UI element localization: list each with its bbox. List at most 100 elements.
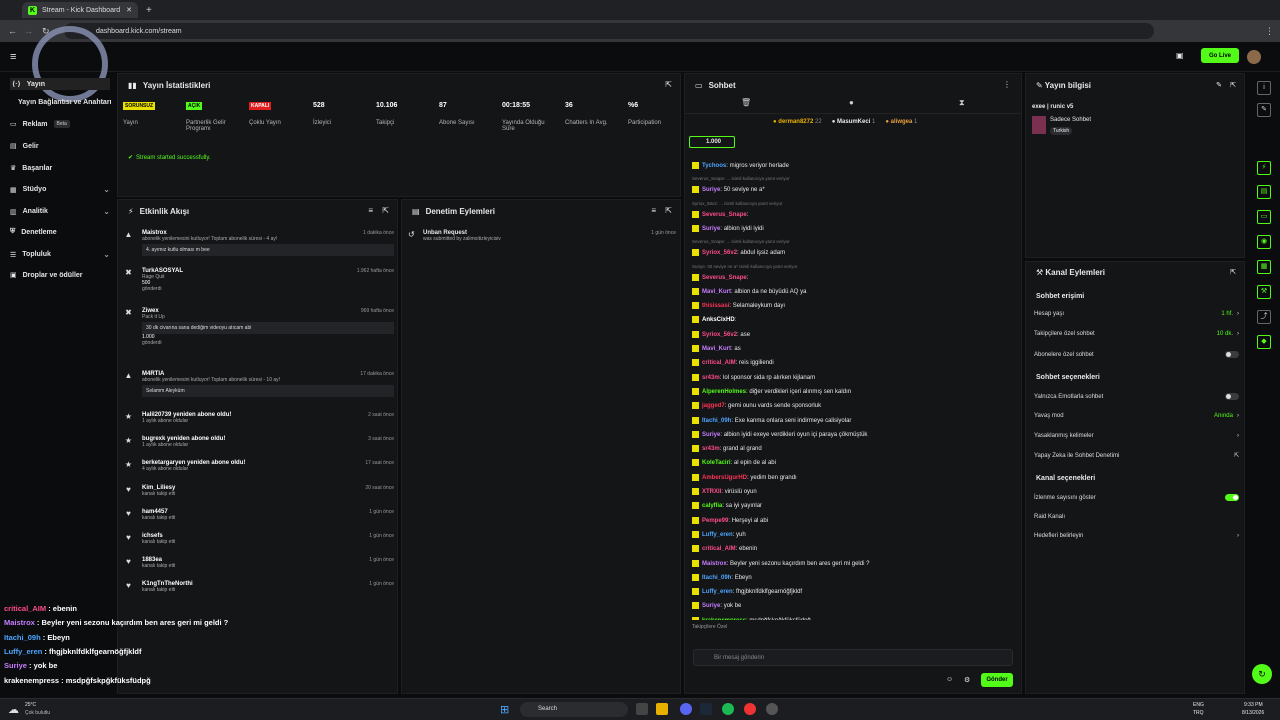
chat-message[interactable]: AmbersUgurHD: yedim ben grandı (692, 473, 797, 481)
chat-username[interactable]: Suriye (702, 432, 720, 438)
stream-rail-icon[interactable]: ◉ (1257, 235, 1271, 249)
stats-rail-icon[interactable]: ▦ (1257, 260, 1271, 274)
slow-mode-row[interactable]: Yavaş mod Anında › (1034, 413, 1239, 419)
url-field[interactable]: dashboard.kick.com/stream (64, 23, 1154, 39)
chat-message[interactable]: Maistrox: Beyler yeni sezonu kaçırdım be… (692, 559, 869, 567)
top-gifter-1[interactable]: ● derman8272 22 (773, 119, 822, 125)
chat-username[interactable]: Itachi_09h (702, 418, 731, 424)
sidebar-item-achievements[interactable]: ♛ Başarılar (10, 164, 110, 173)
chat-message[interactable]: Suriye: albion iyidi exeye verdikleri oy… (692, 430, 867, 438)
doc-rail-icon[interactable]: ▤ (1257, 185, 1271, 199)
chat-username[interactable]: krakenempress (702, 618, 746, 620)
activity-item[interactable]: ★ bugrexk yeniden abone oldu! 1 aylık abon… (124, 436, 394, 448)
forward-icon[interactable]: → (24, 26, 33, 36)
chat-username[interactable]: sr43m (702, 446, 720, 452)
chat-username[interactable]: Itachi_09h (702, 575, 731, 581)
activity-item[interactable]: ♥ ichsefs kanalı takip etti 1 gün önce (124, 533, 394, 545)
chrome-icon[interactable] (744, 703, 756, 715)
avatar[interactable] (1247, 50, 1261, 64)
activity-item[interactable]: ♥ Kim_Liliesy kanalı takip etti 20 saat önc… (124, 485, 394, 497)
edit-icon[interactable]: ✎ (1216, 81, 1222, 89)
chat-message[interactable]: sr43m: grand al grand (692, 445, 762, 452)
obs-icon[interactable] (766, 703, 778, 715)
chat-message[interactable]: Pempe99: Herşeyi al abi (692, 516, 768, 524)
chat-username[interactable]: AlperenHolmes (702, 389, 746, 395)
chat-username[interactable]: sr43m (702, 375, 720, 381)
chat-message[interactable]: Luffy_eren: yuh (692, 530, 746, 538)
chat-username[interactable]: Mavi_Kurt (702, 289, 731, 295)
activity-item[interactable]: ✖ Ziwex Pack it Up 30 dk civarına sana dedi… (124, 308, 394, 346)
chat-username[interactable]: critical_AIM (702, 546, 736, 552)
bubble-icon[interactable]: ● (849, 98, 854, 107)
banned-words-row[interactable]: Yasaklanmış kelimeler › (1034, 433, 1239, 439)
pencil-icon[interactable]: ✎ (1257, 103, 1271, 117)
popout-icon[interactable]: ⇱ (1230, 268, 1236, 276)
help-icon[interactable]: ↻ (1252, 664, 1272, 684)
chat-message[interactable]: Syriox_56v2: ase (692, 330, 750, 338)
activity-item[interactable]: ♥ 1883ea kanalı takip etti 1 gün önce (124, 557, 394, 569)
chat-message[interactable]: Suriye: yok be (692, 602, 741, 609)
taskbar-search[interactable]: Search (520, 702, 628, 717)
chat-message[interactable]: Suriye: albion iyidi iyidi (692, 224, 764, 232)
chat-message[interactable]: jagged7: gemi ounu vards sende sponsorlu… (692, 402, 821, 409)
filter-icon[interactable]: ≡ (368, 206, 373, 215)
chat-username[interactable]: thisissasi (702, 303, 729, 309)
activity-item[interactable]: ♥ ham4457 kanalı takip etti 1 gün önce (124, 509, 394, 521)
goal-badge[interactable]: 1.000 (689, 136, 735, 148)
chat-message[interactable]: critical_AIM: ebenin (692, 545, 757, 552)
emote-only-toggle[interactable] (1225, 393, 1239, 400)
browser-menu-icon[interactable]: ⋮ (1265, 26, 1274, 37)
chat-username[interactable]: jagged7 (702, 403, 725, 409)
sidebar-item-studio[interactable]: ▦ Stüdyo ⌄ (10, 185, 110, 194)
followers-only-row[interactable]: Takipçilere özel sohbet 10 dk. › (1034, 331, 1239, 337)
browser-tab[interactable]: K Stream - Kick Dashboard ✕ (22, 2, 138, 18)
menu-icon[interactable]: ≡ (10, 51, 16, 63)
popout-icon[interactable]: ⇱ (382, 206, 389, 215)
windows-start-icon[interactable]: ⊞ (500, 703, 509, 716)
chat-message[interactable]: sr43m: lol sponsor sida rp alırken kijla… (692, 373, 815, 381)
top-gifter-3[interactable]: ● aliwgea 1 (885, 119, 917, 125)
top-gifter-2[interactable]: ● MasumKeci 1 (832, 119, 876, 125)
chat-menu-icon[interactable]: ⋮ (1003, 80, 1011, 89)
sidebar-item-stream[interactable]: ⟨·⟩ Yayın (10, 78, 110, 90)
wrench-rail-icon[interactable]: ⚒ (1257, 285, 1271, 299)
chat-message[interactable]: Mavi_Kurt: as (692, 345, 741, 352)
send-button[interactable]: Gönder (981, 673, 1013, 687)
viewcount-toggle[interactable] (1225, 494, 1239, 501)
chat-username[interactable]: Severus_Snape (702, 212, 747, 218)
moderation-item[interactable]: ↺ Unban Request was submitted by zalimoi… (408, 230, 676, 242)
folder-icon[interactable] (656, 703, 668, 715)
chat-input[interactable]: Bir mesaj gönderin (693, 649, 1013, 666)
set-goals-row[interactable]: Hedefleri belirleyin › (1034, 533, 1239, 539)
chat-message[interactable]: AlperenHolmes: diğer verdikleri içeri al… (692, 387, 851, 395)
chat-message[interactable]: calyflia: sa iyi yayınlar (692, 502, 762, 509)
chat-username[interactable]: Suriye (702, 187, 720, 193)
chat-username[interactable]: Suriye (702, 226, 720, 232)
chat-username[interactable]: AmbersUgurHD (702, 475, 747, 481)
subs-only-toggle[interactable] (1225, 351, 1239, 358)
chat-message[interactable]: thisissasi: Selamaleykum dayı (692, 302, 785, 309)
emote-icon[interactable]: ☺ (946, 676, 953, 683)
hourglass-icon[interactable]: ⧗ (959, 98, 965, 108)
activity-item[interactable]: ★ berketargaryen yeniden abone oldu! 4 ayl… (124, 460, 394, 472)
chat-message[interactable]: Itachi_09h: Ebeyn (692, 573, 752, 581)
sidebar-item-revenue[interactable]: ▤ Gelir (10, 142, 110, 151)
steam-icon[interactable] (700, 703, 712, 715)
chat-message[interactable]: Mavi_Kurt: albion da ne büyüdü AQ ya (692, 287, 806, 295)
chat-message[interactable]: AnksCixHD: (692, 316, 736, 323)
chat-message[interactable]: Tychoos: migros veriyor herlade (692, 162, 789, 169)
chat-username[interactable]: Luffy_eren (702, 532, 733, 538)
chat-rail-icon[interactable]: ▭ (1257, 210, 1271, 224)
chat-message[interactable]: Severus_Snape: (692, 210, 748, 218)
chat-username[interactable]: calyflia (702, 503, 722, 509)
back-icon[interactable]: ← (8, 26, 17, 36)
sidebar-item-drops[interactable]: ▣ Droplar ve ödüller (10, 271, 110, 280)
chat-message[interactable]: Itachi_09h: Exe kanma onlara seni indirm… (692, 416, 851, 424)
info-icon[interactable]: i (1257, 81, 1271, 95)
chat-username[interactable]: Syriox_56v2 (702, 250, 737, 256)
share-rail-icon[interactable]: ⤴ (1257, 310, 1271, 324)
chat-username[interactable]: Luffy_eren (702, 589, 733, 595)
chat-message[interactable]: krakenempress: msdpğfskpğkfüksfüdpğ (692, 616, 811, 620)
popout-icon[interactable]: ⇱ (665, 206, 672, 215)
chat-username[interactable]: XTRXII (702, 489, 721, 495)
